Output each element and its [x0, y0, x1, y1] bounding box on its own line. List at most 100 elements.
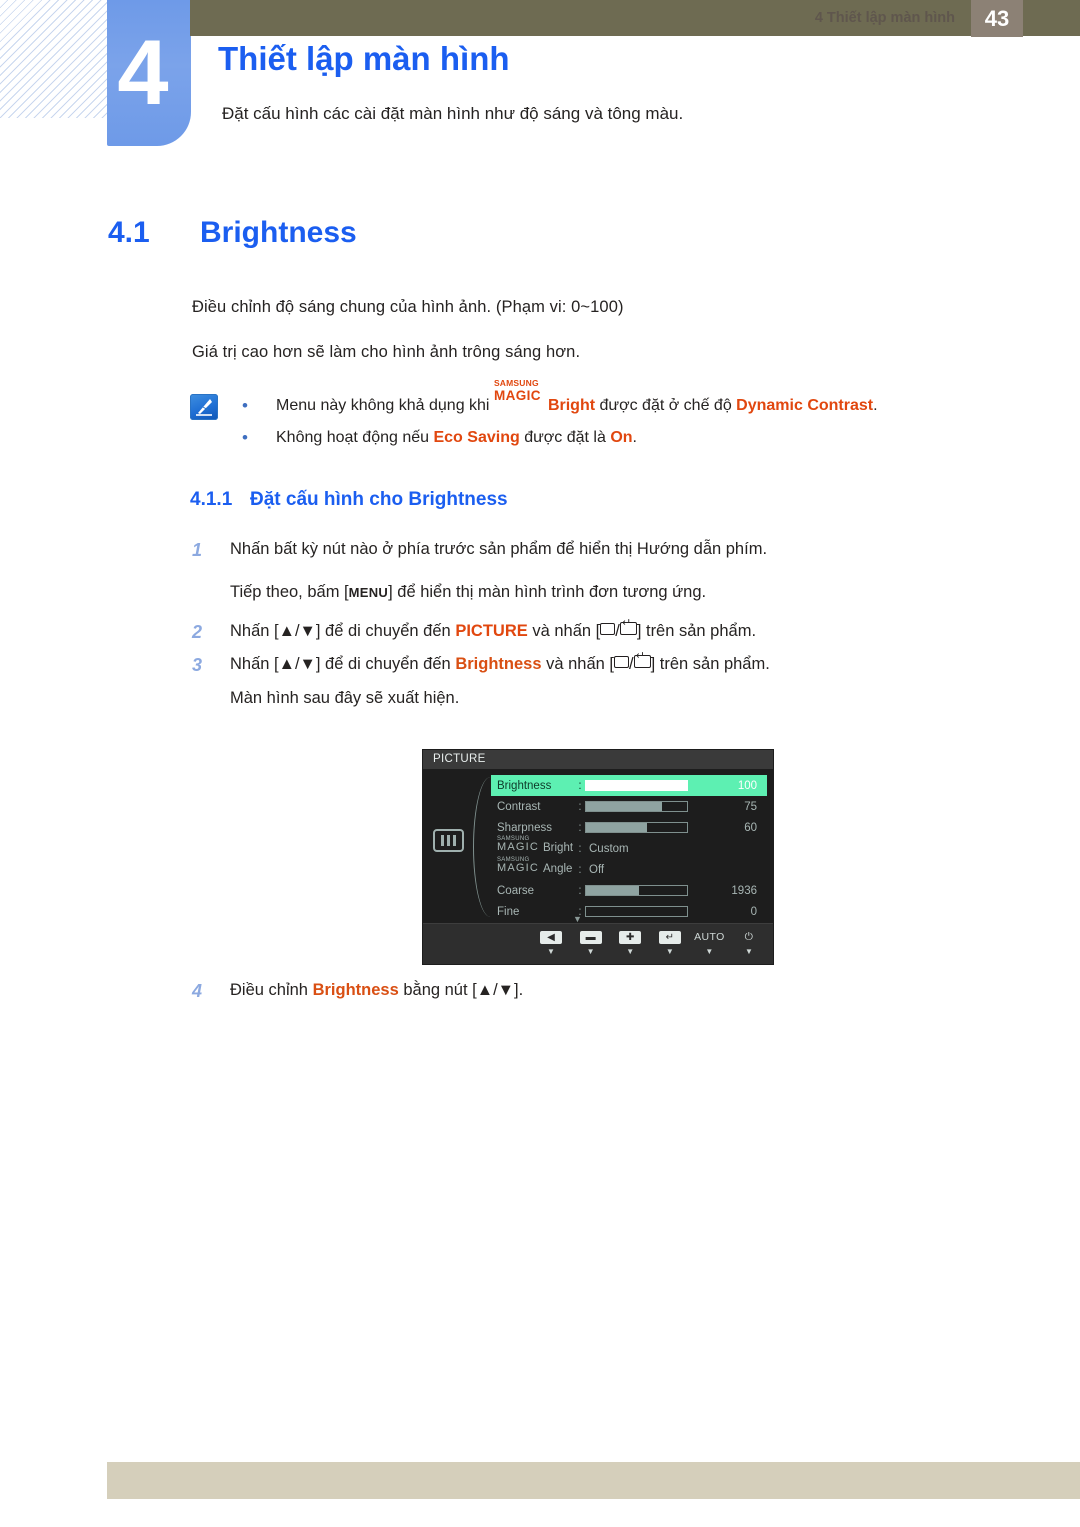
source-box-icon: [613, 656, 629, 668]
osd-row-colon: :: [578, 884, 582, 897]
osd-button-caret-icon: ▼: [665, 947, 674, 956]
osd-row[interactable]: Fine:0: [491, 901, 767, 922]
osd-row-list: Brightness: 100 Contrast: 75 Sharpness: 60 SAM…: [491, 775, 767, 922]
osd-slider-fill: [586, 802, 662, 811]
note-2-highlight-1: Eco Saving: [433, 429, 520, 446]
enter-icon[interactable]: ↵ ▼: [652, 927, 688, 957]
osd-row[interactable]: Coarse: 1936: [491, 880, 767, 901]
osd-row-value: 60: [744, 821, 757, 834]
enter-key-icon: [619, 618, 637, 635]
note-1-middle: được đặt ở chế độ: [599, 397, 732, 414]
power-icon-glyph: ⏻: [744, 931, 754, 943]
section-heading: 4.1 Brightness: [108, 216, 357, 250]
osd-row[interactable]: Contrast: 75: [491, 796, 767, 817]
chapter-title: Thiết lập màn hình: [218, 40, 510, 77]
subsection-title: Đặt cấu hình cho Brightness: [250, 489, 508, 510]
osd-row[interactable]: SAMSUNG MAGIC Bright: Custom: [491, 836, 767, 859]
menu-key-label: MENU: [348, 585, 389, 600]
osd-row-value: 100: [737, 779, 757, 792]
osd-button-bar: ◀ ▼ ▬ ▼ ✚ ▼ ↵ ▼ AUTO ▼ ⏻ ▼: [423, 923, 773, 964]
note-1-highlight: Dynamic Contrast: [736, 397, 874, 414]
osd-slider-track[interactable]: [585, 801, 688, 812]
minus-icon[interactable]: ▬ ▼: [573, 927, 609, 957]
step-2-target: PICTURE: [455, 622, 528, 640]
plus-icon[interactable]: ✚ ▼: [612, 927, 648, 957]
auto-button-glyph: AUTO: [694, 931, 725, 943]
osd-row-label-text: Bright: [543, 842, 574, 854]
osd-row-value: 0: [750, 905, 757, 918]
osd-title: PICTURE: [423, 750, 773, 769]
osd-row[interactable]: Sharpness: 60: [491, 817, 767, 838]
plus-icon-glyph: ✚: [619, 931, 642, 944]
step-3: 3 Nhấn [▲/▼] để di chuyển đến Brightness…: [192, 651, 770, 675]
auto-button[interactable]: AUTO ▼: [691, 927, 727, 957]
chapter-number: 4: [117, 22, 168, 124]
note-bullet-1: • Menu này không khả dụng khi SAMSUNG MA…: [238, 379, 878, 422]
left-arrow-icon[interactable]: ◀ ▼: [533, 927, 569, 957]
osd-slider-fill: [586, 823, 647, 832]
osd-slider-track[interactable]: [585, 885, 688, 896]
magic-bottom-text: MAGIC: [493, 388, 541, 403]
osd-row-label-text: Angle: [543, 863, 573, 875]
power-icon[interactable]: ⏻ ▼: [731, 927, 767, 957]
step-3-slash: /: [628, 655, 634, 673]
osd-row-label: SAMSUNG MAGIC Angle: [491, 857, 575, 877]
step-1b-after: ] để hiển thị màn hình trình đơn tương ứ…: [388, 583, 707, 601]
section-paragraph-1: Điều chỉnh độ sáng chung của hình ảnh. (…: [192, 298, 624, 316]
footer-chapter-label: 4 Thiết lập màn hình: [814, 10, 955, 26]
step-2-c: ] trên sản phẩm.: [636, 622, 757, 640]
step-1-text: Nhấn bất kỳ nút nào ở phía trước sản phẩ…: [230, 540, 768, 558]
magic-bottom-text: MAGIC: [497, 841, 540, 853]
osd-row-label: Sharpness: [497, 821, 552, 834]
osd-row-value: 1936: [731, 884, 757, 897]
magic-top-text: SAMSUNG: [493, 378, 539, 388]
osd-row-colon: :: [578, 779, 582, 792]
samsung-magic-logo: SAMSUNG MAGIC Bright: [497, 836, 573, 854]
enter-icon-glyph: ↵: [658, 931, 681, 944]
note-2-middle: được đặt là: [524, 429, 606, 446]
osd-row-colon: :: [578, 842, 582, 855]
osd-row-label: Coarse: [497, 884, 535, 897]
samsung-magic-logo: SAMSUNG MAGIC Angle: [497, 857, 572, 875]
osd-row[interactable]: Brightness: 100: [491, 775, 767, 796]
step-3-index: 3: [192, 655, 203, 675]
step-3-c: ] trên sản phẩm.: [650, 655, 770, 673]
step-2-index: 2: [192, 622, 203, 642]
osd-row-value: Custom: [589, 842, 629, 855]
left-arrow-icon-glyph: ◀: [540, 931, 562, 944]
step-3-continuation: Màn hình sau đây sẽ xuất hiện.: [230, 689, 460, 707]
note-list: • Menu này không khả dụng khi SAMSUNG MA…: [238, 379, 878, 454]
step-3-a: Nhấn [▲/▼] để di chuyển đến: [230, 655, 451, 673]
osd-row[interactable]: SAMSUNG MAGIC Angle: Off: [491, 857, 767, 880]
osd-slider-track[interactable]: [585, 780, 688, 791]
step-1-continuation: Tiếp theo, bấm [MENU] để hiển thị màn hì…: [230, 583, 706, 602]
osd-body: Brightness: 100 Contrast: 75 Sharpness: 60 SAM…: [423, 769, 773, 924]
osd-row-label: Contrast: [497, 800, 541, 813]
osd-button-caret-icon: ▼: [547, 947, 555, 956]
step-4-a: Điều chỉnh: [230, 981, 308, 999]
step-2-b: và nhấn [: [532, 622, 601, 640]
bullet-marker: •: [242, 396, 248, 415]
step-1: 1 Nhấn bất kỳ nút nào ở phía trước sản p…: [192, 540, 768, 560]
hatch-decoration: [0, 0, 112, 118]
note-1-magic-suffix: Bright: [547, 397, 596, 414]
osd-button-caret-icon: ▼: [586, 947, 595, 956]
step-1-index: 1: [192, 540, 203, 560]
picture-bars-icon: [433, 829, 464, 852]
osd-menu-screenshot: PICTURE Brightness: 100 Contrast: 75 Sharpne…: [423, 750, 773, 964]
osd-slider-track[interactable]: [585, 822, 688, 833]
page-number: 43: [971, 0, 1023, 37]
osd-button-caret-icon: ▼: [705, 947, 714, 956]
section-title: Brightness: [200, 216, 357, 249]
page-footer: [107, 1462, 1080, 1499]
source-box-icon: [600, 623, 616, 635]
subsection-number: 4.1.1: [190, 489, 233, 510]
note-2-highlight-2: On: [610, 429, 633, 446]
note-pen-icon: [190, 394, 218, 420]
osd-slider-track[interactable]: [585, 906, 688, 917]
chapter-subtitle: Đặt cấu hình các cài đặt màn hình như độ…: [222, 104, 684, 123]
osd-button-caret-icon: ▼: [745, 947, 753, 956]
note-1-before: Menu này không khả dụng khi: [276, 397, 490, 414]
osd-row-value: 75: [744, 800, 757, 813]
note-2-before: Không hoạt động nếu: [276, 429, 430, 446]
